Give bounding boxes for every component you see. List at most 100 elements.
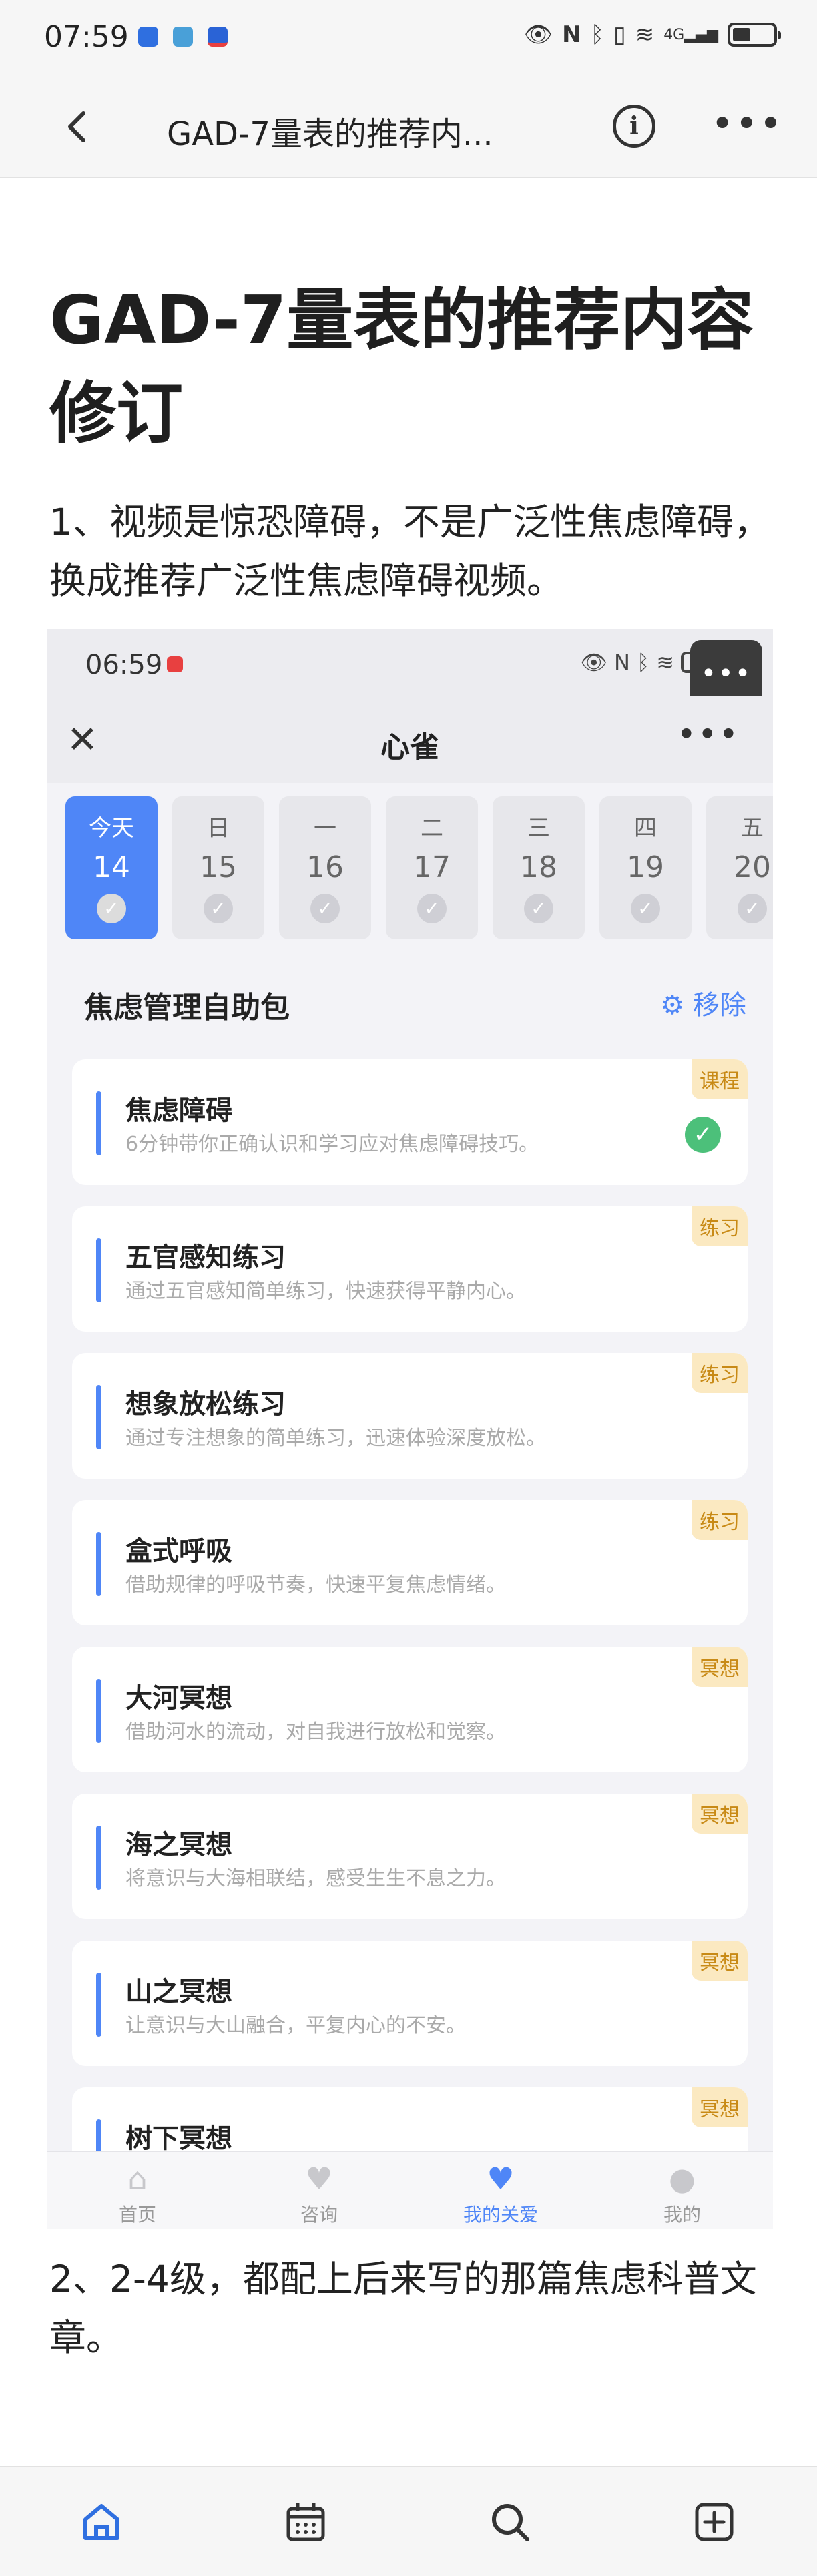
day-date: 17 [413,850,451,884]
paragraph-2: 2、2-4级，都配上后来写的那篇焦虑科普文章。 [49,2258,757,2359]
bluetooth-icon: ᛒ [590,21,604,48]
item-title: 海之冥想 [125,1830,232,1860]
info-button[interactable]: i [613,105,655,148]
paragraph-1: 1、视频是惊恐障碍，不是广泛性焦虑障碍，换成推荐广泛性焦虑障碍视频。 [49,501,770,602]
item-description: 通过五官感知简单练习，快速获得平静内心。 [125,1280,526,1303]
list-item[interactable]: 五官感知练习 通过五官感知简单练习，快速获得平静内心。 练习 [72,1206,748,1332]
section-title: 焦虑管理自助包 [84,991,290,1025]
item-tag: 练习 [692,1206,748,1246]
day-name: 五 [741,815,764,842]
list-item[interactable]: 海之冥想 将意识与大海相联结，感受生生不息之力。 冥想 [72,1794,748,1919]
item-description: 借助规律的呼吸节奏，快速平复焦虑情绪。 [125,1573,506,1597]
heart-icon: ♥ [487,2161,515,2197]
back-button[interactable] [53,103,100,150]
embedded-tab-bar: ⌂ 首页 ♥ 咨询 ♥ 我的关爱 ● 我的 [47,2151,773,2229]
tab-me[interactable]: ● 我的 [629,2161,736,2227]
item-title: 盒式呼吸 [125,1536,232,1567]
day-item[interactable]: 二 17 ✓ [386,796,478,939]
item-tag: 课程 [692,1059,748,1099]
search-icon [492,2504,529,2541]
tab-label: 咨询 [300,2204,338,2226]
tab-home[interactable]: ⌂ 首页 [84,2161,191,2227]
tab-search[interactable] [483,2495,537,2549]
embedded-status-bar: 06:59 👁 N ᛒ ≋ [47,629,773,696]
status-time: 07:59 [44,20,129,54]
item-description: 通过专注想象的简单练习，迅速体验深度放松。 [125,1427,546,1450]
chevron-left-icon [68,111,85,142]
day-item[interactable]: 三 18 ✓ [493,796,585,939]
nfc-icon: N [614,650,630,675]
accent-bar [96,1973,101,2037]
check-icon: ✓ [738,894,767,923]
check-icon: ✓ [417,894,447,923]
day-date: 15 [200,850,237,884]
eye-icon: 👁 [580,650,608,675]
item-tag: 冥想 [692,1794,748,1834]
day-item[interactable]: 日 15 ✓ [172,796,264,939]
list-item[interactable]: 焦虑障碍 6分钟带你正确认识和学习应对焦虑障碍技巧。 课程 ✓ [72,1059,748,1185]
document-title: GAD-7量表的推荐内容修订 [49,281,754,453]
more-button[interactable]: ••• [711,104,784,143]
vibrate-icon: ▯ [613,21,626,48]
home-icon [83,2504,119,2540]
day-item[interactable]: 五 20 ✓ [706,796,773,939]
accent-bar [96,1679,101,1743]
item-tag: 练习 [692,1500,748,1540]
list-item[interactable]: 盒式呼吸 借助规律的呼吸节奏，快速平复焦虑情绪。 练习 [72,1500,748,1625]
status-bar: 07:59 👁 N ᛒ ▯ ≋ 4G▂▄▆ [0,0,817,77]
day-item[interactable]: 今天 14 ✓ [65,796,158,939]
day-name: 三 [527,815,550,842]
remove-label: 移除 [693,990,746,1021]
item-description: 将意识与大海相联结，感受生生不息之力。 [125,1867,506,1890]
day-date: 16 [306,850,344,884]
embedded-screenshot: 06:59 👁 N ᛒ ≋ ••• ✕ 心雀 ••• 今天 14 ✓ 日 15 … [47,629,773,2229]
check-icon: ✓ [310,894,340,923]
item-tag: 练习 [692,1353,748,1393]
item-title: 大河冥想 [125,1683,232,1714]
remove-button[interactable]: ⚙ 移除 [660,983,746,1022]
tab-consult[interactable]: ♥ 咨询 [266,2161,372,2227]
check-icon: ✓ [97,894,126,923]
item-description: 借助河水的流动，对自我进行放松和觉察。 [125,1720,506,1744]
day-item[interactable]: 四 19 ✓ [599,796,692,939]
day-date: 14 [93,850,130,884]
signal-icon: 4G▂▄▆ [663,26,718,43]
day-name: 日 [207,815,230,842]
embedded-more-icon[interactable]: ••• [677,715,740,754]
embedded-header: ✕ 心雀 ••• [47,696,773,783]
app-notification-icon [208,27,228,47]
nav-bar: GAD-7量表的推荐内... i ••• [0,77,817,178]
item-title: 树下冥想 [125,2123,232,2154]
status-icons: 👁 N ᛒ ▯ ≋ 4G▂▄▆ [524,21,781,48]
calendar-icon [286,2503,325,2541]
list-item[interactable]: 山之冥想 让意识与大山融合，平复内心的不安。 冥想 [72,1941,748,2066]
day-date: 18 [520,850,557,884]
list-item[interactable]: 大河冥想 借助河水的流动，对自我进行放松和觉察。 冥想 [72,1647,748,1772]
embedded-status-time: 06:59 [85,650,163,680]
item-description: 6分钟带你正确认识和学习应对焦虑障碍技巧。 [125,1133,539,1156]
bottom-tab-bar [0,2466,817,2576]
list-item[interactable]: 想象放松练习 通过专注想象的简单练习，迅速体验深度放松。 练习 [72,1353,748,1479]
day-name: 四 [634,815,657,842]
day-item[interactable]: 一 16 ✓ [279,796,371,939]
app-notification-icon [173,27,193,47]
tab-home[interactable] [75,2495,128,2549]
bluetooth-icon: ᛒ [636,650,650,675]
accent-bar [96,1385,101,1449]
tab-label: 我的 [663,2204,701,2226]
heart-chat-icon: ♥ [305,2161,333,2197]
app-notification-icon [138,27,158,47]
item-title: 五官感知练习 [125,1242,286,1273]
network-label: 4G [663,26,685,43]
tab-my-care[interactable]: ♥ 我的关爱 [447,2161,554,2227]
info-icon: i [629,112,639,140]
item-title: 想象放松练习 [125,1389,286,1420]
check-icon: ✓ [524,894,553,923]
day-date: 20 [734,850,771,884]
wifi-icon: ≋ [656,650,674,675]
item-title: 山之冥想 [125,1977,232,2007]
accent-bar [96,1826,101,1890]
tab-calendar[interactable] [279,2495,332,2549]
tab-add[interactable] [688,2495,741,2549]
check-icon: ✓ [204,894,233,923]
